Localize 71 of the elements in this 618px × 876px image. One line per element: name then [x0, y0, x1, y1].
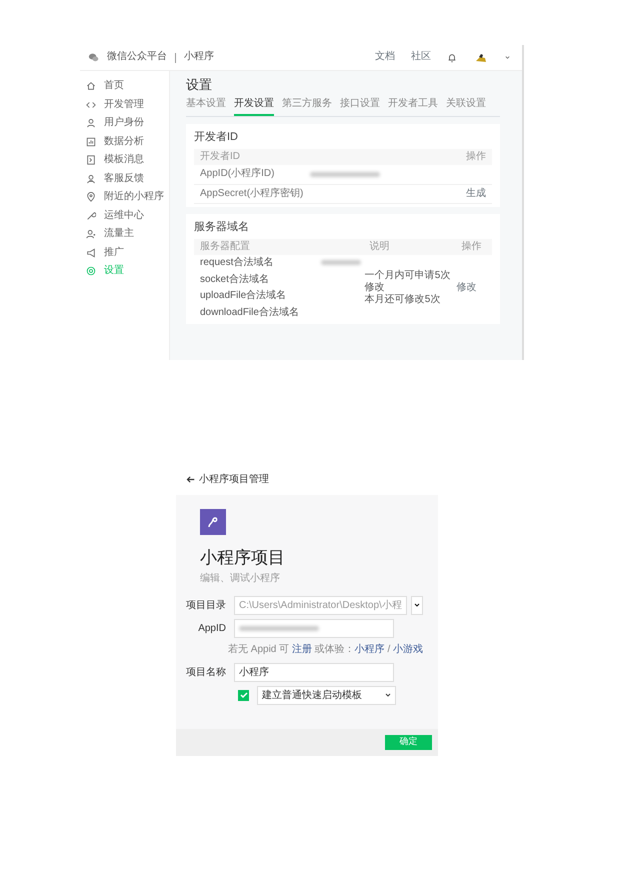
column-header: 操作 — [466, 150, 486, 163]
header-link[interactable]: 文档 — [375, 51, 395, 64]
card-title: 服务器域名 — [194, 221, 250, 235]
project-subtitle: 编辑、调试小程序 — [200, 572, 281, 586]
template-select[interactable]: 建立普通快速启动模板 — [257, 686, 396, 704]
back-link[interactable]: 小程序项目管理 — [186, 472, 438, 487]
sidebar-item[interactable]: 推广 — [80, 244, 169, 262]
settings-icon — [86, 266, 96, 276]
table-cell: downloadFile合法域名 — [200, 306, 299, 318]
chat-bubbles-icon — [88, 52, 99, 63]
field-label: 项目名称 — [185, 666, 227, 680]
card-title: 开发者ID — [194, 130, 239, 144]
product-name: 小程序 — [184, 51, 214, 64]
table-cell-text: AppID(小程序ID) — [200, 168, 276, 180]
sidebar-item[interactable]: 用户身份 — [80, 114, 169, 132]
location-pin-icon — [86, 192, 96, 202]
home-icon — [86, 81, 96, 92]
appid-field[interactable] — [234, 618, 394, 638]
hint-text: 若无 Appid 可 注册 或体验：小程序 / 小游戏 — [228, 642, 424, 656]
sidebar-item[interactable]: 运维中心 — [80, 206, 169, 225]
caret-icon — [385, 692, 391, 698]
app-logo-icon — [200, 509, 226, 535]
brand-name: 微信公众平台 — [107, 51, 167, 64]
sidebar-item[interactable]: 开发管理 — [80, 96, 169, 114]
hint-link[interactable]: 小程序 — [354, 644, 385, 654]
sidebar-item[interactable]: 流量主 — [80, 225, 169, 244]
note-text: 一个月内可申请5次修改 本月还可修改5次 — [364, 270, 452, 306]
sidebar-item[interactable]: 附近的小程序 — [80, 188, 169, 206]
sidebar-item[interactable]: 客服反馈 — [80, 170, 169, 188]
table-cell: socket合法域名 — [200, 274, 269, 285]
document-icon — [86, 155, 96, 166]
action-link[interactable]: 生成 — [466, 188, 486, 200]
caret-icon[interactable] — [505, 55, 510, 60]
field-label: 项目目录 — [185, 598, 227, 612]
template-checkbox[interactable] — [238, 690, 249, 700]
tab[interactable]: 开发设置 — [234, 96, 274, 116]
header-link[interactable]: 社区 — [411, 51, 431, 64]
person-icon — [86, 174, 96, 184]
table-cell-text: AppSecret(小程序密钥) — [200, 188, 304, 200]
tab[interactable]: 关联设置 — [446, 96, 486, 116]
column-header: 开发者ID — [200, 150, 240, 163]
tab[interactable]: 接口设置 — [340, 96, 380, 116]
tab[interactable]: 第三方服务 — [282, 96, 332, 116]
masked-value — [320, 260, 361, 266]
action-link[interactable]: 修改 — [456, 282, 477, 293]
chart-icon — [86, 136, 96, 147]
notification-icon[interactable] — [447, 52, 457, 62]
tab[interactable]: 基本设置 — [186, 96, 226, 116]
code-icon — [86, 100, 96, 110]
table-cell: request合法域名 — [200, 257, 274, 268]
column-header: 操作 — [462, 240, 482, 252]
back-arrow-icon — [186, 475, 195, 484]
name-field[interactable]: 小程序 — [234, 662, 394, 682]
caret-icon — [414, 602, 420, 608]
column-header: 服务器配置 — [200, 240, 250, 252]
person-icon — [86, 118, 96, 128]
field-label: AppID — [197, 622, 227, 636]
project-title: 小程序项目 — [200, 547, 286, 569]
hint-link[interactable]: 小游戏 — [393, 644, 424, 654]
sidebar-item[interactable]: 数据分析 — [80, 132, 169, 151]
page-title: 设置 — [186, 77, 213, 94]
sidebar-item[interactable]: 模板消息 — [80, 151, 169, 170]
person-add-icon — [86, 229, 96, 240]
megaphone-icon — [86, 248, 96, 258]
table-cell: uploadFile合法域名 — [200, 290, 286, 302]
masked-value — [310, 172, 380, 177]
sidebar-item[interactable]: 首页 — [80, 77, 169, 96]
tab[interactable]: 开发者工具 — [388, 96, 438, 116]
hint-link[interactable]: 注册 — [292, 644, 312, 654]
dropdown-button[interactable] — [410, 596, 423, 614]
column-header: 说明 — [370, 240, 390, 252]
